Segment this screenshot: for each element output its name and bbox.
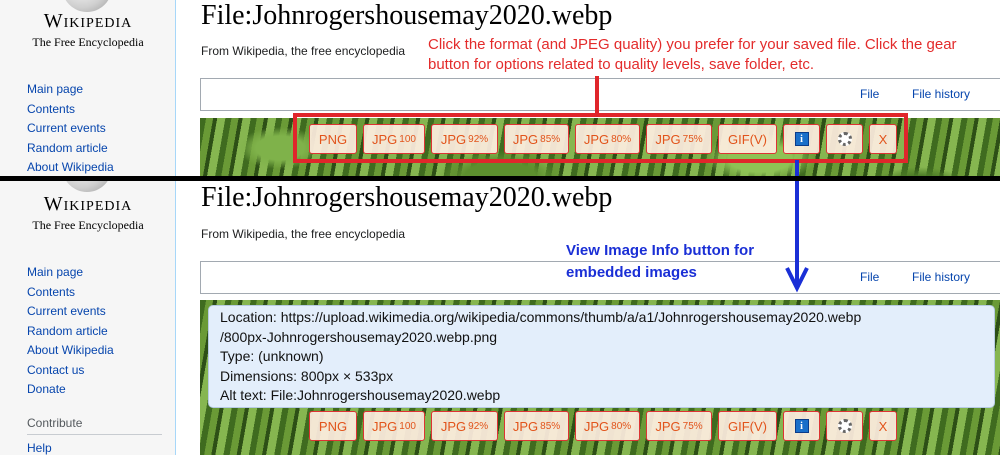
jpg-80-button[interactable]: JPG 80% bbox=[575, 411, 640, 441]
toolbar-highlight-box bbox=[293, 113, 908, 163]
nav-link-main-page[interactable]: Main page bbox=[27, 265, 83, 279]
jpg-label: JPG bbox=[655, 418, 681, 434]
wordmark: Wikipedia bbox=[43, 10, 133, 32]
quality-label: 85% bbox=[540, 420, 561, 432]
navigation-menu: Main page Contents Current events Random… bbox=[27, 263, 114, 400]
nav-item: Contents bbox=[27, 100, 114, 120]
contribute-heading: Contribute bbox=[27, 416, 162, 435]
nav-item: Random article bbox=[27, 322, 114, 342]
tagline: The Free Encyclopedia bbox=[32, 218, 144, 232]
info-button-annotation: View Image Info button for embedded imag… bbox=[566, 240, 754, 284]
info-alt-text: Alt text: File:Johnrogershousemay2020.we… bbox=[220, 387, 501, 403]
navigation-menu: Main page Contents Current events Random… bbox=[27, 80, 114, 178]
close-button[interactable]: X bbox=[869, 411, 897, 441]
nav-link-current-events[interactable]: Current events bbox=[27, 304, 106, 318]
png-label: PNG bbox=[318, 418, 348, 434]
page-title: File:Johnrogershousemay2020.webp bbox=[201, 0, 613, 31]
tab-file[interactable]: File bbox=[860, 270, 879, 284]
contribute-menu: Help bbox=[27, 439, 52, 455]
panel-divider bbox=[0, 176, 1000, 181]
tab-file-history[interactable]: File history bbox=[912, 87, 970, 101]
page-subtitle: From Wikipedia, the free encyclopedia bbox=[201, 44, 406, 58]
page-title: File:Johnrogershousemay2020.webp bbox=[201, 182, 613, 213]
nav-link-random-article[interactable]: Random article bbox=[27, 324, 108, 338]
png-button[interactable]: PNG bbox=[309, 411, 357, 441]
gear-icon bbox=[837, 419, 852, 433]
annotation-line: View Image Info button for bbox=[566, 242, 755, 259]
jpg-label: JPG bbox=[583, 418, 610, 434]
annotation-connector bbox=[595, 76, 599, 114]
annotation-line: embedded images bbox=[566, 264, 697, 281]
nav-item: Random article bbox=[27, 139, 114, 159]
close-icon: X bbox=[878, 418, 888, 434]
nav-item: About Wikipedia bbox=[27, 158, 114, 178]
jpg-75-button[interactable]: JPG 75% bbox=[646, 411, 712, 441]
nav-link-main-page[interactable]: Main page bbox=[27, 82, 83, 96]
quality-label: 80% bbox=[611, 420, 632, 432]
nav-item: Current events bbox=[27, 119, 114, 139]
nav-link-help[interactable]: Help bbox=[27, 441, 52, 455]
jpg-label: JPG bbox=[440, 418, 467, 434]
info-type: Type: (unknown) bbox=[220, 348, 324, 364]
format-annotation: Click the format (and JPEG quality) you … bbox=[428, 36, 957, 73]
page-subtitle: From Wikipedia, the free encyclopedia bbox=[201, 227, 406, 241]
nav-item: Main page bbox=[27, 80, 114, 100]
gif-button[interactable]: GIF(V) bbox=[718, 411, 777, 441]
gif-label: GIF(V) bbox=[728, 418, 767, 434]
jpg-label: JPG bbox=[372, 418, 398, 434]
nav-link-random-article[interactable]: Random article bbox=[27, 141, 108, 155]
nav-item: Current events bbox=[27, 302, 114, 322]
jpg-85-button[interactable]: JPG 85% bbox=[504, 411, 569, 441]
info-location-continued: /800px-Johnrogershousemay2020.webp.png bbox=[220, 328, 498, 345]
nav-item: Contact us bbox=[27, 361, 114, 381]
nav-link-about-wikipedia[interactable]: About Wikipedia bbox=[27, 343, 114, 357]
file-tabs-bar: File File history bbox=[200, 78, 1000, 111]
nav-item: Contents bbox=[27, 283, 114, 303]
quality-label: 100 bbox=[399, 420, 416, 432]
nav-link-contact-us[interactable]: Contact us bbox=[27, 363, 84, 377]
nav-link-donate[interactable]: Donate bbox=[27, 382, 66, 396]
jpg-label: JPG bbox=[512, 418, 539, 434]
tab-file-history[interactable]: File history bbox=[912, 270, 970, 284]
nav-link-about-wikipedia[interactable]: About Wikipedia bbox=[27, 160, 114, 174]
image-info-button[interactable]: i bbox=[783, 411, 820, 441]
info-dimensions: Dimensions: 800px × 533px bbox=[220, 367, 394, 384]
settings-button[interactable] bbox=[826, 411, 863, 441]
sidebar: Wikipedia The Free Encyclopedia Main pag… bbox=[0, 180, 176, 455]
tagline: The Free Encyclopedia bbox=[32, 35, 144, 49]
nav-item: About Wikipedia bbox=[27, 341, 114, 361]
save-format-toolbar: PNG JPG 100 JPG 92% JPG 85% JPG 80% JPG 75% G… bbox=[309, 411, 897, 441]
quality-label: 92% bbox=[468, 420, 489, 432]
nav-item: Main page bbox=[27, 263, 114, 283]
nav-link-contents[interactable]: Contents bbox=[27, 102, 75, 116]
quality-label: 75% bbox=[682, 420, 703, 432]
nav-item: Help bbox=[27, 439, 52, 455]
nav-link-current-events[interactable]: Current events bbox=[27, 121, 106, 135]
nav-link-contents[interactable]: Contents bbox=[27, 285, 75, 299]
image-info-panel: Location: https://upload.wikimedia.org/w… bbox=[208, 305, 995, 408]
jpg-100-button[interactable]: JPG 100 bbox=[363, 411, 425, 441]
jpg-92-button[interactable]: JPG 92% bbox=[431, 411, 498, 441]
info-icon: i bbox=[794, 419, 809, 433]
tab-file[interactable]: File bbox=[860, 87, 879, 101]
sidebar: Wikipedia The Free Encyclopedia Main pag… bbox=[0, 0, 176, 178]
nav-item: Donate bbox=[27, 380, 114, 400]
wikipedia-globe-icon[interactable] bbox=[62, 180, 112, 192]
info-location: Location: https://upload.wikimedia.org/w… bbox=[220, 309, 862, 325]
wordmark: Wikipedia bbox=[43, 193, 133, 215]
